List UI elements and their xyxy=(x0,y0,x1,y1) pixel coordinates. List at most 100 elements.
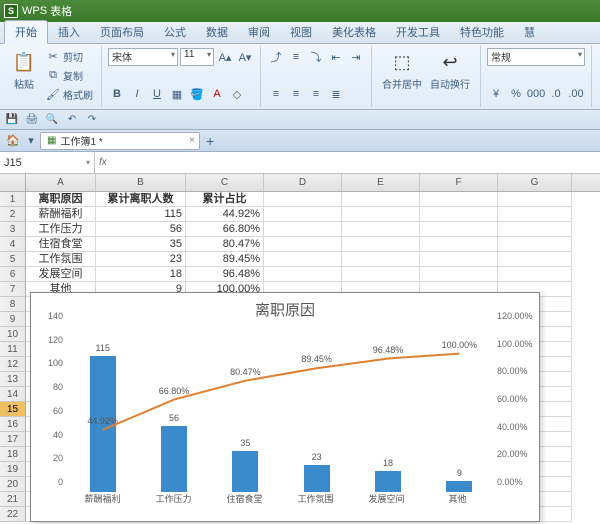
cell[interactable]: 累计占比 xyxy=(186,192,264,207)
indent-inc-button[interactable]: ⇥ xyxy=(347,48,365,66)
copy-button[interactable]: ⧉复制 xyxy=(44,67,95,84)
row-header[interactable]: 13 xyxy=(0,372,26,387)
ribbon-tab-7[interactable]: 美化表格 xyxy=(322,21,386,43)
cell[interactable] xyxy=(264,222,342,237)
align-top-button[interactable]: ⤴ xyxy=(267,48,285,66)
currency-button[interactable]: ¥ xyxy=(487,85,505,103)
align-middle-button[interactable]: ≡ xyxy=(287,48,305,66)
number-format-select[interactable]: 常规 xyxy=(487,48,585,66)
embedded-chart[interactable]: 离职原因 020406080100120140 0.00%20.00%40.00… xyxy=(30,292,540,522)
row-header[interactable]: 8 xyxy=(0,297,26,312)
row-header[interactable]: 18 xyxy=(0,447,26,462)
home-button[interactable]: 🏠 xyxy=(4,132,22,150)
align-justify-button[interactable]: ≣ xyxy=(327,85,345,103)
cell[interactable] xyxy=(342,237,420,252)
ribbon-tab-6[interactable]: 视图 xyxy=(280,21,322,43)
cell[interactable]: 80.47% xyxy=(186,237,264,252)
font-color-button[interactable]: A xyxy=(208,85,226,103)
name-box[interactable]: J15 xyxy=(0,153,95,173)
cell[interactable] xyxy=(342,252,420,267)
row-header[interactable]: 22 xyxy=(0,507,26,522)
ribbon-tab-5[interactable]: 审阅 xyxy=(238,21,280,43)
row-header[interactable]: 6 xyxy=(0,267,26,282)
cell[interactable] xyxy=(498,252,572,267)
print-button[interactable]: 🖨 xyxy=(24,112,40,128)
increase-font-button[interactable]: A▴ xyxy=(216,48,234,66)
cell[interactable]: 35 xyxy=(96,237,186,252)
row-header[interactable]: 5 xyxy=(0,252,26,267)
dec-inc-button[interactable]: .0 xyxy=(547,85,565,103)
align-right-button[interactable]: ≡ xyxy=(307,85,325,103)
cell[interactable] xyxy=(342,222,420,237)
italic-button[interactable]: I xyxy=(128,85,146,103)
col-header-B[interactable]: B xyxy=(96,174,186,191)
cell[interactable] xyxy=(264,207,342,222)
cell[interactable] xyxy=(420,267,498,282)
row-header[interactable]: 2 xyxy=(0,207,26,222)
row-header[interactable]: 3 xyxy=(0,222,26,237)
col-header-D[interactable]: D xyxy=(264,174,342,191)
row-header[interactable]: 9 xyxy=(0,312,26,327)
merge-button[interactable]: ⬚ 合并居中 xyxy=(378,48,426,93)
row-header[interactable]: 17 xyxy=(0,432,26,447)
format-painter-button[interactable]: 🖌格式刷 xyxy=(44,86,95,103)
ribbon-tab-4[interactable]: 数据 xyxy=(196,21,238,43)
cell[interactable] xyxy=(264,192,342,207)
row-header[interactable]: 11 xyxy=(0,342,26,357)
select-all-corner[interactable] xyxy=(0,174,26,191)
tab-menu-button[interactable]: ▾ xyxy=(22,132,40,150)
save-button[interactable]: 💾 xyxy=(4,112,20,128)
fill-color-button[interactable]: 🪣 xyxy=(188,85,206,103)
cell[interactable]: 离职原因 xyxy=(26,192,96,207)
close-tab-button[interactable]: × xyxy=(189,135,195,146)
cell[interactable]: 44.92% xyxy=(186,207,264,222)
preview-button[interactable]: 🔍 xyxy=(44,112,60,128)
row-header[interactable]: 12 xyxy=(0,357,26,372)
cell[interactable] xyxy=(498,207,572,222)
redo-button[interactable]: ↷ xyxy=(84,112,100,128)
ribbon-tab-9[interactable]: 特色功能 xyxy=(450,21,514,43)
col-header-G[interactable]: G xyxy=(498,174,572,191)
ribbon-tab-1[interactable]: 插入 xyxy=(48,21,90,43)
cell[interactable]: 89.45% xyxy=(186,252,264,267)
undo-button[interactable]: ↶ xyxy=(64,112,80,128)
row-header[interactable]: 19 xyxy=(0,462,26,477)
paste-button[interactable]: 📋 粘贴 xyxy=(8,48,40,93)
cell[interactable]: 66.80% xyxy=(186,222,264,237)
comma-button[interactable]: 000 xyxy=(527,85,545,103)
cell[interactable] xyxy=(420,252,498,267)
font-size-select[interactable]: 11 xyxy=(180,48,214,66)
row-header[interactable]: 4 xyxy=(0,237,26,252)
font-name-select[interactable]: 宋体 xyxy=(108,48,178,66)
cell[interactable] xyxy=(498,222,572,237)
indent-dec-button[interactable]: ⇤ xyxy=(327,48,345,66)
cell[interactable] xyxy=(342,207,420,222)
cell[interactable]: 115 xyxy=(96,207,186,222)
align-left-button[interactable]: ≡ xyxy=(267,85,285,103)
row-header[interactable]: 15 xyxy=(0,402,26,417)
ribbon-tab-0[interactable]: 开始 xyxy=(4,20,48,44)
ribbon-tab-10[interactable]: 慧 xyxy=(514,21,545,43)
col-header-F[interactable]: F xyxy=(420,174,498,191)
cell[interactable]: 56 xyxy=(96,222,186,237)
cell[interactable] xyxy=(420,192,498,207)
row-header[interactable]: 14 xyxy=(0,387,26,402)
col-header-C[interactable]: C xyxy=(186,174,264,191)
border-button[interactable]: ▦ xyxy=(168,85,186,103)
document-tab[interactable]: ▦ 工作簿1 * × xyxy=(40,132,200,150)
row-header[interactable]: 16 xyxy=(0,417,26,432)
cell[interactable] xyxy=(420,237,498,252)
row-header[interactable]: 1 xyxy=(0,192,26,207)
cell[interactable]: 工作氛围 xyxy=(26,252,96,267)
fx-button[interactable]: fx xyxy=(99,157,107,168)
cell[interactable]: 23 xyxy=(96,252,186,267)
cell[interactable] xyxy=(498,192,572,207)
align-bottom-button[interactable]: ⤵ xyxy=(307,48,325,66)
row-header[interactable]: 10 xyxy=(0,327,26,342)
cell[interactable]: 住宿食堂 xyxy=(26,237,96,252)
col-header-E[interactable]: E xyxy=(342,174,420,191)
cell[interactable] xyxy=(264,237,342,252)
cell[interactable]: 18 xyxy=(96,267,186,282)
ribbon-tab-2[interactable]: 页面布局 xyxy=(90,21,154,43)
ribbon-tab-3[interactable]: 公式 xyxy=(154,21,196,43)
